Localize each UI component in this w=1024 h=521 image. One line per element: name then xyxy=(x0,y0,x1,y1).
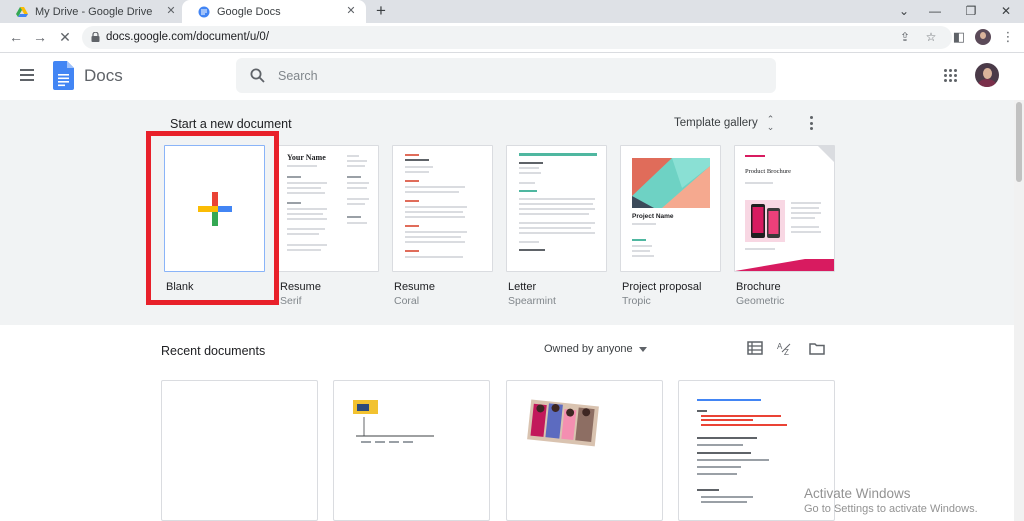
template-thumbnail[interactable]: Your Name xyxy=(278,145,379,272)
watermark-title: Activate Windows xyxy=(804,486,911,501)
tab-title: Google Docs xyxy=(217,5,281,18)
template-thumbnail[interactable] xyxy=(392,145,493,272)
search-bar[interactable] xyxy=(236,58,776,93)
template-thumbnail[interactable]: Product Brochure xyxy=(734,145,835,272)
folder-icon[interactable] xyxy=(809,340,825,356)
svg-text:A: A xyxy=(777,342,783,351)
account-avatar[interactable] xyxy=(975,63,999,87)
template-subtitle: Tropic xyxy=(622,295,651,307)
template-name: Resume xyxy=(394,281,435,293)
template-subtitle: Geometric xyxy=(736,295,785,307)
template-subtitle: Coral xyxy=(394,295,420,307)
restore-icon[interactable]: ❐ xyxy=(963,3,979,19)
template-subtitle: Serif xyxy=(280,295,302,307)
google-apps-icon[interactable] xyxy=(944,69,958,83)
watermark-subtitle: Go to Settings to activate Windows. xyxy=(804,503,978,515)
kebab-menu-icon[interactable]: ⋮ xyxy=(1000,29,1016,45)
page-scrollbar[interactable] xyxy=(1014,100,1024,521)
recent-document-card[interactable] xyxy=(333,380,490,521)
app-name[interactable]: Docs xyxy=(84,66,123,86)
template-project-proposal-tropic[interactable]: Project Name Project proposal Tropic xyxy=(620,145,721,315)
back-arrow-icon[interactable]: ← xyxy=(8,29,24,45)
side-panel-icon[interactable]: ◧ xyxy=(951,29,967,45)
search-input[interactable] xyxy=(278,66,758,86)
tropic-cover-graphic xyxy=(632,158,710,208)
google-docs-logo-icon[interactable] xyxy=(53,61,74,90)
docs-header: Docs xyxy=(0,54,1024,100)
url-text[interactable]: docs.google.com/document/u/0/ xyxy=(106,31,269,43)
recent-document-card[interactable] xyxy=(506,380,663,521)
blank-template-highlight xyxy=(146,131,279,305)
address-bar[interactable]: docs.google.com/document/u/0/ ⇪ ☆ xyxy=(82,26,952,49)
scrollbar-thumb[interactable] xyxy=(1016,102,1022,182)
search-icon[interactable] xyxy=(250,68,265,83)
main-menu-icon[interactable] xyxy=(20,69,34,81)
share-icon[interactable]: ⇪ xyxy=(898,30,912,44)
tab-google-docs[interactable]: Google Docs ✕ xyxy=(182,0,366,23)
owner-filter-dropdown[interactable]: Owned by anyone xyxy=(544,341,647,357)
forward-arrow-icon[interactable]: → xyxy=(32,29,48,45)
caret-down-icon xyxy=(638,346,647,352)
template-name: Brochure xyxy=(736,281,781,293)
section-title-recent: Recent documents xyxy=(161,344,266,358)
document-thumbnail-preview xyxy=(353,400,434,443)
unfold-more-icon: ⌃ ⌄ xyxy=(766,114,775,132)
browser-profile-avatar[interactable] xyxy=(975,29,991,45)
preview-heading: Your Name xyxy=(287,153,326,162)
more-options-icon[interactable] xyxy=(806,115,816,131)
activate-windows-watermark: Activate Windows Go to Settings to activ… xyxy=(804,486,978,515)
minimize-icon[interactable]: — xyxy=(927,3,943,19)
preview-heading: Project Name xyxy=(632,213,674,220)
google-drive-icon xyxy=(16,6,28,17)
document-photo-preview xyxy=(527,399,599,447)
owner-filter-label: Owned by anyone xyxy=(544,343,633,355)
template-letter-spearmint[interactable]: Letter Spearmint xyxy=(506,145,607,315)
stop-loading-icon[interactable]: ✕ xyxy=(57,29,73,45)
template-thumbnail[interactable] xyxy=(506,145,607,272)
sort-az-icon[interactable]: A Z xyxy=(777,340,793,356)
template-name: Project proposal xyxy=(622,281,702,293)
template-thumbnail[interactable]: Project Name xyxy=(620,145,721,272)
list-view-icon[interactable] xyxy=(747,340,763,356)
close-window-icon[interactable]: ✕ xyxy=(998,3,1014,19)
template-name: Resume xyxy=(280,281,321,293)
template-gallery-label: Template gallery xyxy=(674,117,758,129)
section-title-start-new: Start a new document xyxy=(170,117,292,131)
template-gallery-button[interactable]: Template gallery ⌃ ⌄ xyxy=(674,113,774,133)
browser-tab-strip: My Drive - Google Drive ✕ Google Docs ✕ … xyxy=(0,0,1024,23)
close-icon[interactable]: ✕ xyxy=(164,4,178,18)
template-resume-serif[interactable]: Your Name Resume Serif xyxy=(278,145,379,315)
google-docs-favicon xyxy=(198,6,210,17)
recent-document-card[interactable] xyxy=(161,380,318,521)
tab-search-chevron-icon[interactable]: ⌄ xyxy=(896,3,912,19)
template-resume-coral[interactable]: Resume Coral xyxy=(392,145,493,315)
template-subtitle: Spearmint xyxy=(508,295,556,307)
lock-icon[interactable] xyxy=(91,32,100,42)
tab-my-drive[interactable]: My Drive - Google Drive ✕ xyxy=(0,0,186,23)
browser-toolbar: ← → ✕ docs.google.com/document/u/0/ ⇪ ☆ xyxy=(0,23,1024,53)
bookmark-star-icon[interactable]: ☆ xyxy=(924,30,938,44)
phone-product-image xyxy=(745,200,785,242)
template-brochure-geometric[interactable]: Product Brochure Brochure Geometric xyxy=(734,145,835,315)
tab-title: My Drive - Google Drive xyxy=(35,5,153,18)
close-icon[interactable]: ✕ xyxy=(344,4,358,18)
preview-heading: Product Brochure xyxy=(745,168,792,175)
template-name: Letter xyxy=(508,281,537,293)
new-tab-button[interactable]: + xyxy=(372,2,390,20)
